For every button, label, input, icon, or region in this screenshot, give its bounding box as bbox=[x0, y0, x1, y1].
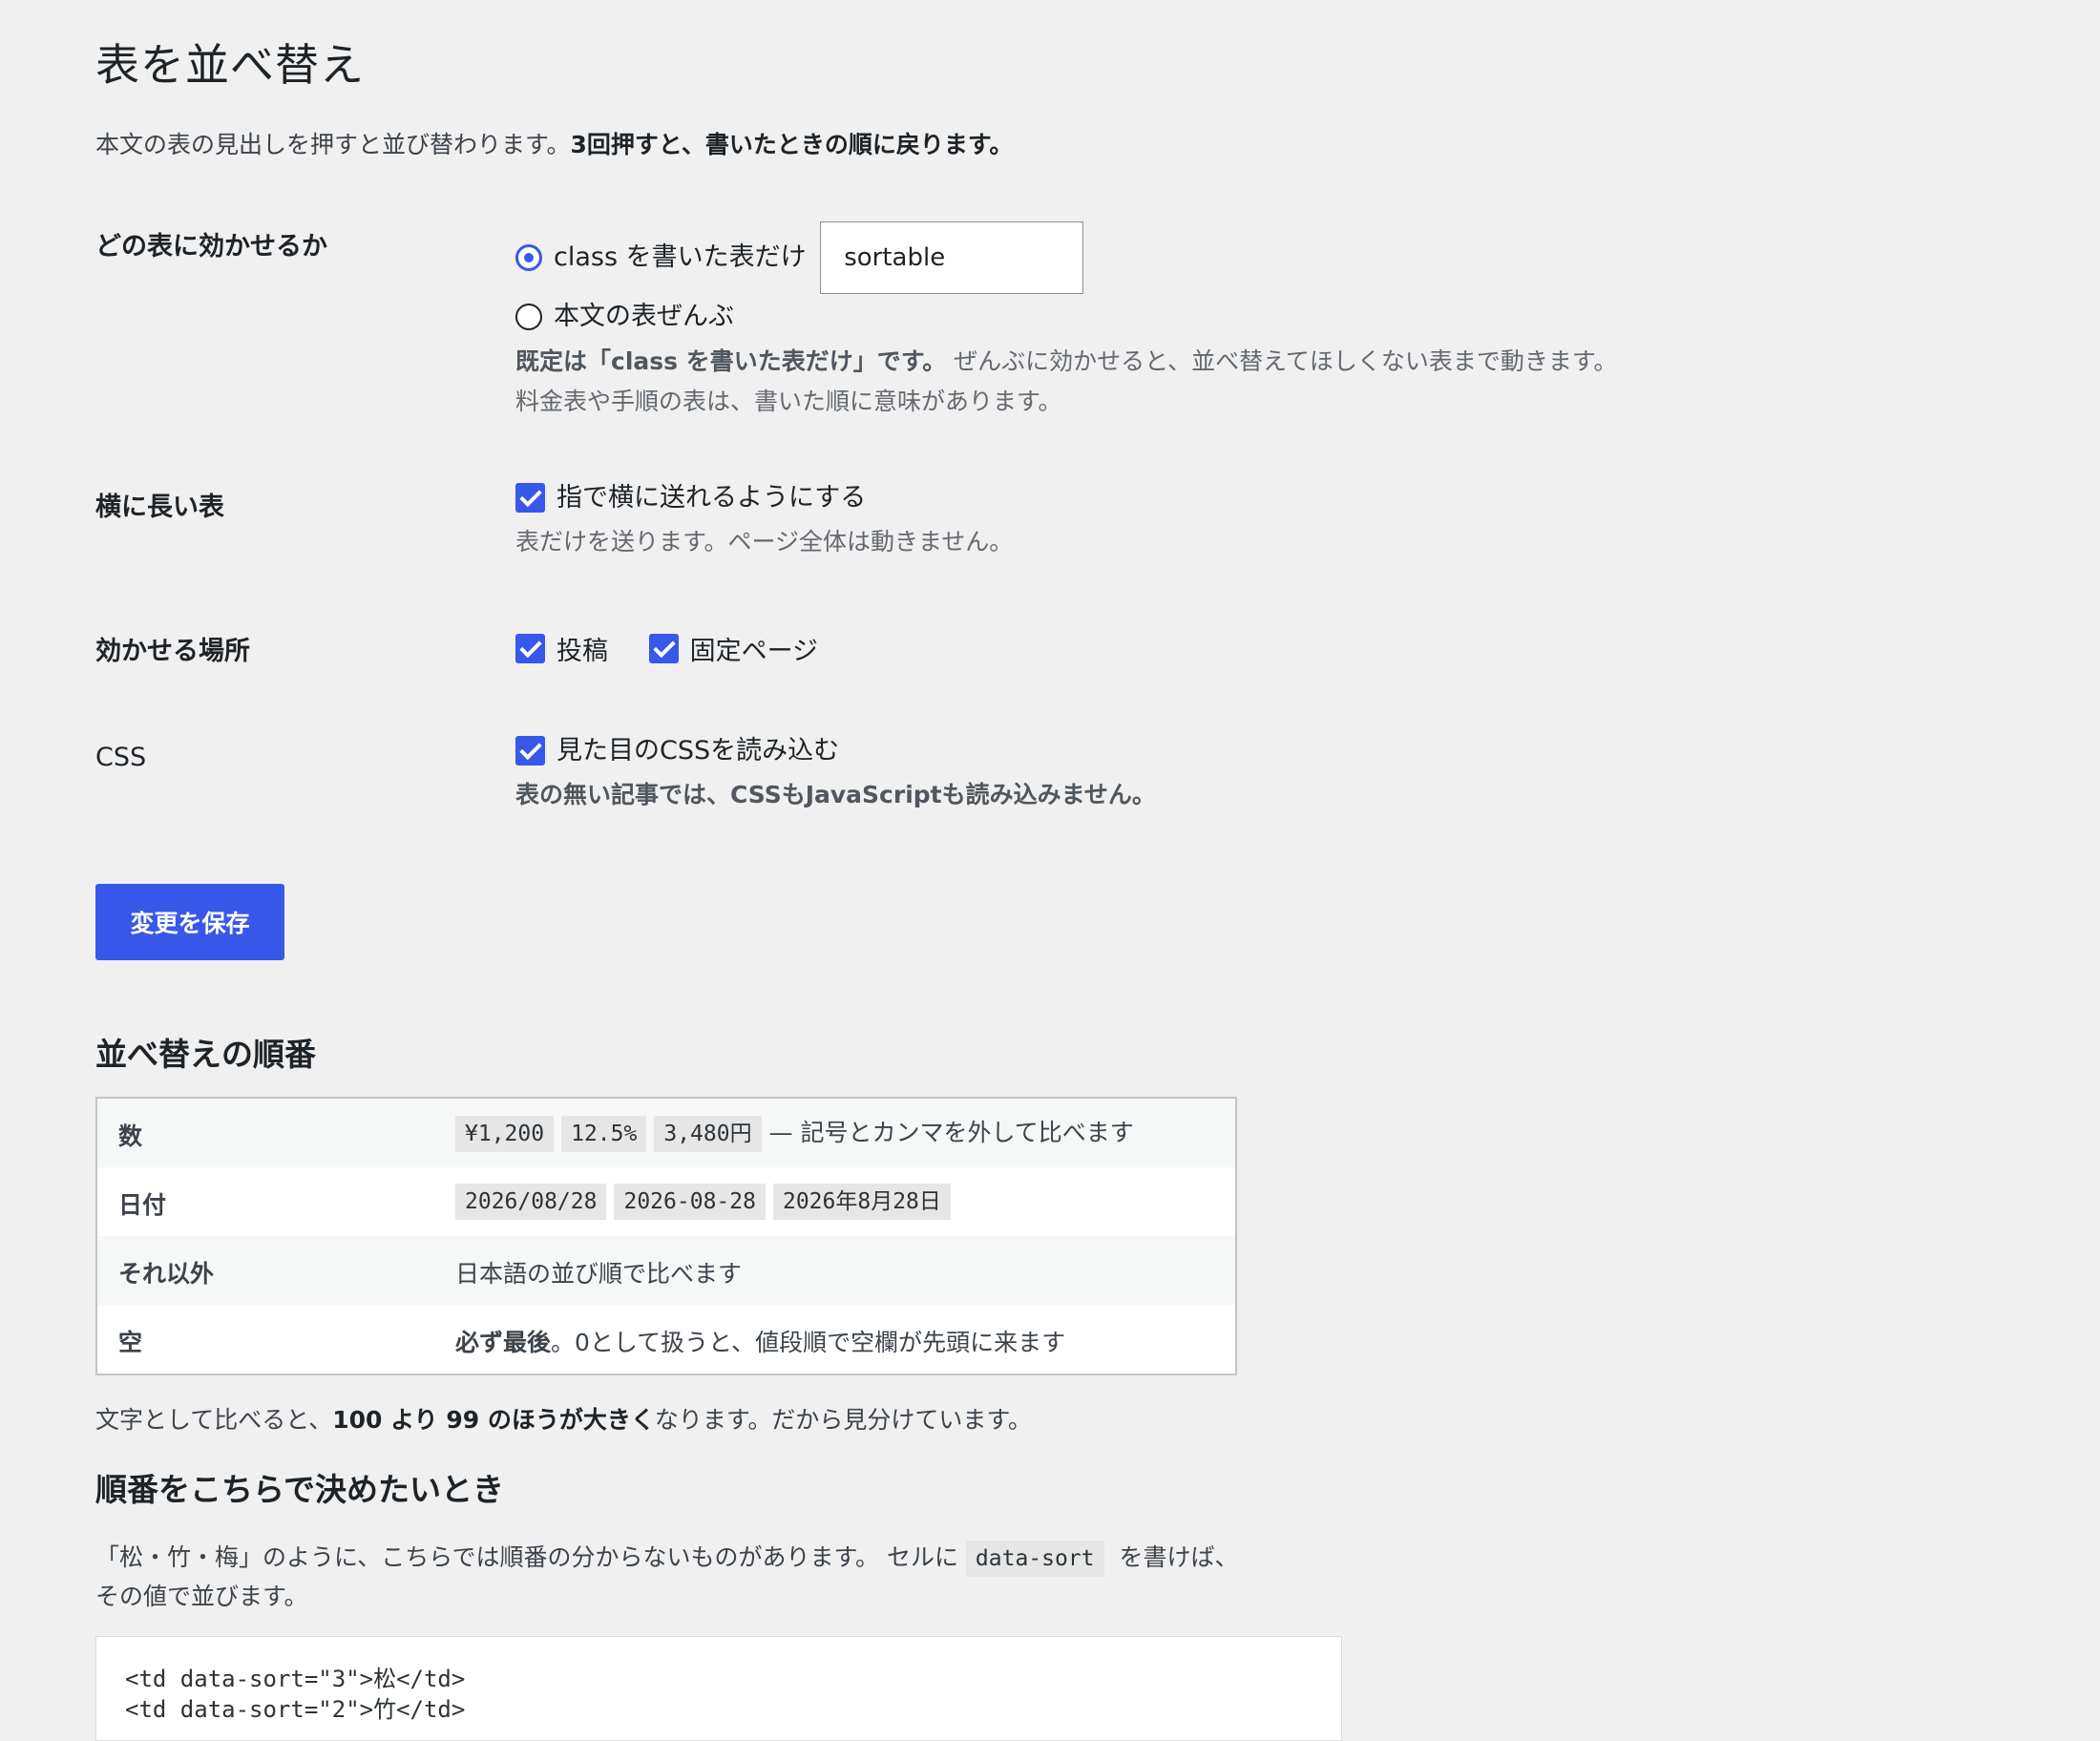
row-value: 2026/08/28 2026-08-28 2026年8月28日 bbox=[455, 1183, 958, 1220]
posts-checkbox[interactable] bbox=[515, 634, 545, 663]
page-title: 表を並べ替え bbox=[95, 39, 365, 91]
code-chip: ¥1,200 bbox=[455, 1116, 555, 1152]
target-desc-line2: 料金表や手順の表は、書いた順に意味があります。 bbox=[515, 388, 1062, 415]
row-key: それ以外 bbox=[118, 1260, 215, 1288]
wide-description: 表だけを送ります。ページ全体は動きません。 bbox=[515, 528, 1014, 556]
code-chip: 3,480円 bbox=[654, 1116, 762, 1152]
css-checkbox-label[interactable]: 見た目のCSSを読み込む bbox=[556, 736, 839, 766]
row-text: 。0として扱うと、値段順で空欄が先頭に来ます bbox=[551, 1329, 1066, 1356]
note-post: なります。だから見分けています。 bbox=[654, 1406, 1032, 1434]
row-text: 日本語の並び順で比べます bbox=[455, 1260, 743, 1288]
posts-checkbox-label[interactable]: 投稿 bbox=[556, 637, 608, 666]
note-bold: 100 より 99 のほうが大きく bbox=[332, 1406, 655, 1434]
code-chip: 2026年8月28日 bbox=[772, 1184, 951, 1220]
where-field: 投稿 固定ページ bbox=[515, 630, 818, 667]
row-value: ¥1,200 12.5% 3,480円 — 記号とカンマを外して比べます bbox=[455, 1114, 1134, 1152]
pages-checkbox-label[interactable]: 固定ページ bbox=[690, 637, 818, 666]
radio-class-only[interactable] bbox=[515, 243, 542, 271]
custom-text: 「松・竹・梅」のように、こちらでは順番の分からないものがあります。 セルに da… bbox=[95, 1539, 1238, 1616]
row-text: — 記号とカンマを外して比べます bbox=[768, 1119, 1134, 1146]
custom-heading: 順番をこちらで決めたいとき bbox=[95, 1471, 505, 1508]
radio-class-only-label[interactable]: class を書いた表だけ bbox=[554, 242, 807, 272]
code-chip: 12.5% bbox=[561, 1116, 647, 1152]
code-chip: 2026-08-28 bbox=[614, 1184, 766, 1220]
note-pre: 文字として比べると、 bbox=[95, 1406, 333, 1434]
css-field: 見た目のCSSを読み込む 表の無い記事では、CSSもJavaScriptも読み込… bbox=[515, 733, 1156, 815]
intro-text: 本文の表の見出しを押すと並び替わります。3回押すと、書いたときの順に戻ります。 bbox=[95, 126, 1013, 160]
sort-order-table: 数 ¥1,200 12.5% 3,480円 — 記号とカンマを外して比べます 日付 2… bbox=[95, 1097, 1237, 1375]
order-note: 文字として比べると、100 より 99 のほうが大きくなります。だから見分けてい… bbox=[95, 1401, 1032, 1436]
target-field: class を書いた表だけ 本文の表ぜんぶ 既定は「class を書いた表だけ」… bbox=[515, 220, 1617, 422]
pages-checkbox[interactable] bbox=[648, 634, 679, 663]
custom-text2: を書けば、 bbox=[1111, 1543, 1239, 1571]
wide-label: 横に長い表 bbox=[95, 493, 224, 522]
custom-text1: 「松・竹・梅」のように、こちらでは順番の分からないものがあります。 セルに bbox=[95, 1543, 966, 1571]
css-desc-bold: 表の無い記事では、CSSもJavaScriptも読み込みません。 bbox=[515, 781, 1156, 808]
scroll-checkbox-label[interactable]: 指で横に送れるようにする bbox=[556, 483, 866, 513]
row-key: 数 bbox=[118, 1122, 143, 1150]
inline-code: data-sort bbox=[965, 1541, 1104, 1577]
where-label: 効かせる場所 bbox=[95, 637, 250, 666]
intro-plain: 本文の表の見出しを押すと並び替わります。 bbox=[95, 131, 571, 158]
css-checkbox[interactable] bbox=[515, 736, 545, 766]
code-example: <td data-sort="3">松</td> <td data-sort="… bbox=[95, 1636, 1342, 1741]
target-desc-text: ぜんぶに効かせると、並べ替えてほしくない表まで動きます。 bbox=[946, 347, 1618, 375]
table-row: 空 必ず最後。0として扱うと、値段順で空欄が先頭に来ます bbox=[97, 1305, 1235, 1374]
code-line: <td data-sort="3">松</td> bbox=[125, 1666, 466, 1692]
row-key: 日付 bbox=[118, 1191, 167, 1219]
intro-bold: 3回押すと、書いたときの順に戻ります。 bbox=[570, 131, 1014, 158]
settings-page: 表を並べ替え 本文の表の見出しを押すと並び替わります。3回押すと、書いたときの順… bbox=[0, 0, 2100, 158]
table-row: 数 ¥1,200 12.5% 3,480円 — 記号とカンマを外して比べます bbox=[97, 1099, 1235, 1167]
table-row: 日付 2026/08/28 2026-08-28 2026年8月28日 bbox=[97, 1167, 1235, 1236]
target-desc-bold: 既定は「class を書いた表だけ」です。 bbox=[515, 347, 947, 375]
target-description: 既定は「class を書いた表だけ」です。 ぜんぶに効かせると、並べ替えてほしく… bbox=[515, 342, 1617, 422]
radio-all-tables[interactable] bbox=[515, 303, 542, 330]
save-button[interactable]: 変更を保存 bbox=[95, 884, 284, 960]
class-name-input[interactable] bbox=[820, 220, 1084, 294]
code-chip: 2026/08/28 bbox=[455, 1184, 607, 1220]
row-bold: 必ず最後 bbox=[455, 1329, 552, 1356]
css-description: 表の無い記事では、CSSもJavaScriptも読み込みません。 bbox=[515, 775, 1156, 815]
target-label: どの表に効かせるか bbox=[95, 232, 327, 262]
custom-text3: その値で並びます。 bbox=[95, 1583, 308, 1610]
css-label: CSS bbox=[95, 743, 147, 772]
wide-field: 指で横に送れるようにする 表だけを送ります。ページ全体は動きません。 bbox=[515, 480, 1013, 562]
code-line: <td data-sort="2">竹</td> bbox=[125, 1696, 466, 1723]
row-key: 空 bbox=[118, 1329, 143, 1356]
row-value: 必ず最後。0として扱うと、値段順で空欄が先頭に来ます bbox=[455, 1324, 1065, 1358]
table-row: それ以外 日本語の並び順で比べます bbox=[97, 1236, 1235, 1305]
radio-all-tables-label[interactable]: 本文の表ぜんぶ bbox=[554, 302, 734, 331]
scroll-checkbox[interactable] bbox=[515, 483, 545, 513]
order-heading: 並べ替えの順番 bbox=[95, 1036, 316, 1073]
